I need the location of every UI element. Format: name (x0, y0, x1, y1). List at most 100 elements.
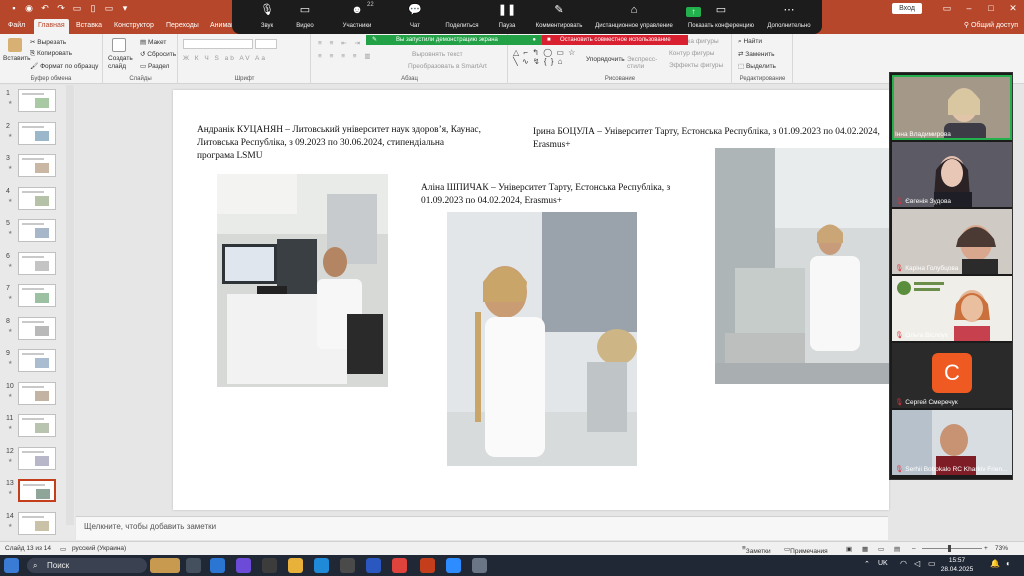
wifi-icon[interactable]: ◠ (900, 559, 907, 568)
remote-control-button[interactable]: ⌂ Дистанционное управление (584, 3, 684, 33)
clock-time[interactable]: 15:57 (942, 557, 972, 564)
slide-thumbnail[interactable] (18, 511, 56, 535)
align-buttons[interactable]: ≡ ≡ ≡ ≡ ▥ (318, 52, 374, 60)
participant-tile[interactable]: 🎙 Ольга Віслоух (892, 276, 1012, 341)
notes-toggle[interactable]: ≡ Заметки (742, 545, 771, 555)
slideshow-view-icon[interactable]: ▤ (894, 545, 900, 553)
thumbnails-scrollbar[interactable] (66, 85, 74, 525)
slide-thumbnail[interactable] (18, 479, 56, 502)
shape-effects-button[interactable]: Эффекты фигуры (669, 62, 723, 69)
minimize-icon[interactable]: – (962, 1, 976, 15)
language-indicator[interactable]: русский (Украина) (72, 545, 126, 552)
slide-thumbnail[interactable] (18, 219, 56, 242)
caption-shpychak[interactable]: Аліна ШПИЧАК – Університет Тарту, Естонс… (421, 182, 701, 208)
smartart-button[interactable]: Преобразовать в SmartArt (408, 63, 487, 70)
ribbon-options-icon[interactable]: ▭ (940, 1, 954, 15)
photo-kutsanyan[interactable] (217, 174, 388, 387)
slide-thumbnail[interactable] (18, 89, 56, 112)
undo-icon[interactable]: ↶ (40, 3, 50, 13)
new-slide-button[interactable]: Создать слайд (108, 55, 134, 71)
share-button[interactable]: ⚲ Общий доступ (964, 20, 1018, 31)
participant-tile[interactable]: 🎙 Serhii Bobokalo RC Kharkiv Frien... (892, 410, 1012, 475)
sorter-view-icon[interactable]: ▦ (862, 545, 868, 553)
zoom-app-icon[interactable] (446, 558, 461, 573)
quick-styles-button[interactable]: Экспресс-стили (627, 56, 657, 70)
task-view-icon[interactable] (186, 558, 201, 573)
layout-button[interactable]: ▤ Макет (140, 38, 166, 46)
word-icon[interactable] (366, 558, 381, 573)
chrome-icon[interactable] (392, 558, 407, 573)
explorer-icon[interactable] (288, 558, 303, 573)
tab-design[interactable]: Конструктор (110, 19, 158, 34)
slide-thumbnail[interactable] (18, 186, 56, 210)
zoom-out-icon[interactable]: – (912, 545, 916, 552)
zoom-slider[interactable] (922, 548, 982, 549)
comments-toggle[interactable]: ▭ Примечания (784, 545, 828, 555)
slide-thumbnail[interactable] (18, 154, 56, 177)
slide-thumbnail[interactable] (18, 349, 56, 372)
participant-tile[interactable]: 🎙 Євгенія Зудова (892, 142, 1012, 207)
powerpoint-icon[interactable] (420, 558, 435, 573)
align-text-button[interactable]: Выровнять текст (412, 51, 463, 58)
cut-button[interactable]: ✂ Вырезать (30, 38, 66, 46)
tab-file[interactable]: Файл (4, 19, 29, 34)
present-icon[interactable]: ▭ (72, 3, 82, 13)
copilot-tray-icon[interactable]: ◐ (1006, 559, 1011, 568)
tray-chevron-icon[interactable]: ⌃ (864, 560, 870, 568)
spellcheck-icon[interactable]: ▭ (60, 545, 66, 553)
participant-tile[interactable]: Інна Владимирова (892, 75, 1012, 140)
input-language[interactable]: UK (878, 560, 888, 567)
slide-thumbnail[interactable] (18, 381, 56, 405)
edge-icon[interactable] (314, 558, 329, 573)
font-format-buttons[interactable]: Ж К Ч S ab AV Aa (183, 55, 267, 62)
reset-button[interactable]: ↺ Сбросить (140, 50, 176, 58)
slide-thumbnail[interactable] (18, 251, 56, 275)
tab-insert[interactable]: Вставка (72, 19, 106, 34)
battery-icon[interactable]: ▭ (928, 559, 936, 568)
show-meeting-button[interactable]: ▭ Показать конференцию (676, 3, 766, 33)
paste-button[interactable]: Вставить (3, 55, 31, 62)
arrange-button[interactable]: Упорядочить (586, 56, 625, 63)
replace-button[interactable]: ⇄ Заменить (738, 50, 774, 58)
current-slide[interactable]: Андранік КУЦАНЯН – Литовський університе… (173, 90, 889, 510)
photo-botsula[interactable] (715, 148, 889, 384)
shapes-gallery[interactable]: △ ⌐ ↰ ◯ ▭ ☆ ╲ ∿ ↯ { } ⌂ (513, 48, 576, 66)
stop-share-button[interactable]: ■ Остановить совместное использование (542, 35, 688, 45)
open-icon[interactable]: ▭ (104, 3, 114, 13)
format-painter-button[interactable]: 🖌 Формат по образцу (30, 62, 98, 70)
outlook-icon[interactable] (210, 558, 225, 573)
more-button[interactable]: ⋯ Дополнительно (754, 3, 824, 33)
slide-thumbnail[interactable] (18, 284, 56, 307)
tab-transitions[interactable]: Переходы (162, 19, 203, 34)
widget-icon[interactable] (150, 558, 180, 573)
participant-tile[interactable]: 🎙 Каріна Голубцова (892, 209, 1012, 274)
close-icon[interactable]: ✕ (1006, 1, 1020, 15)
login-button[interactable]: Вход (892, 3, 922, 14)
clock-date[interactable]: 28.04.2025 (936, 566, 978, 573)
font-name-select[interactable] (183, 39, 253, 49)
maximize-icon[interactable]: □ (984, 1, 998, 15)
redo-icon[interactable]: ↷ (56, 3, 66, 13)
find-button[interactable]: ⌕ Найти (738, 38, 762, 46)
start-icon[interactable] (4, 558, 19, 573)
caption-kutsanyan[interactable]: Андранік КУЦАНЯН – Литовський університе… (197, 124, 483, 163)
new-slide-icon[interactable] (112, 38, 126, 52)
copilot-icon[interactable] (236, 558, 251, 573)
notifications-icon[interactable]: 🔔 (990, 559, 1000, 568)
autosave-icon[interactable]: ◉ (24, 3, 34, 13)
notes-pane[interactable]: Щелкните, чтобы добавить заметки (76, 516, 888, 540)
dropdown-icon[interactable]: ▾ (120, 3, 130, 13)
font-size-select[interactable] (255, 39, 277, 49)
copy-button[interactable]: ⎘ Копировать (30, 50, 72, 58)
slide-thumbnail[interactable] (18, 446, 56, 470)
paste-icon[interactable] (8, 38, 22, 52)
tab-home[interactable]: Главная (34, 19, 69, 34)
taskbar-search[interactable]: ⌕ Поиск (27, 558, 147, 573)
slide-thumbnail[interactable] (18, 121, 56, 145)
section-button[interactable]: ▭ Раздел (140, 62, 169, 70)
slide-thumbnail[interactable] (18, 414, 56, 437)
normal-view-icon[interactable]: ▣ (846, 545, 852, 553)
store-icon[interactable] (262, 558, 277, 573)
app-icon[interactable] (340, 558, 355, 573)
app-icon[interactable] (472, 558, 487, 573)
